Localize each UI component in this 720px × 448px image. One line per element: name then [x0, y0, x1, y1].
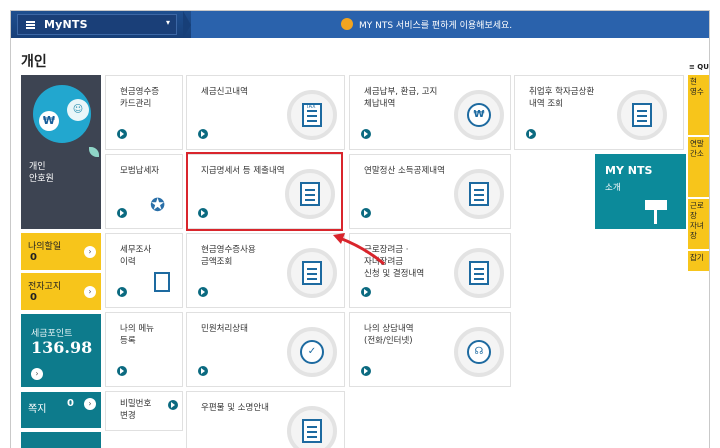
- audit-history-tile[interactable]: 세무조사 이력: [105, 233, 183, 308]
- cash-receipt-card-tile[interactable]: 현금영수증 카드관리: [105, 75, 183, 150]
- my-menu-tile[interactable]: 나의 메뉴 등록: [105, 312, 183, 387]
- todo-tile[interactable]: 나의할일 0 ›: [21, 233, 101, 270]
- check-icon: ✓: [287, 327, 337, 377]
- page-title: 개인: [21, 54, 47, 70]
- go-arrow-icon: [198, 366, 208, 376]
- mail-notice-tile[interactable]: 우편물 및 소명안내: [186, 391, 345, 448]
- my-nts-intro-tile[interactable]: MY NTS 소개: [595, 154, 687, 229]
- arrow-right-icon: ›: [84, 286, 96, 298]
- quick-item-incentive[interactable]: 근로장 자녀장: [688, 199, 709, 249]
- signpost-icon: [645, 200, 667, 224]
- arrow-right-icon: ›: [31, 368, 43, 380]
- todo-label: 나의할일: [28, 242, 62, 252]
- go-arrow-icon: [198, 129, 208, 139]
- year-end-tile[interactable]: 연말정산 소득공제내역: [349, 154, 511, 229]
- profile-user-name: 안호원: [29, 174, 54, 184]
- partial-tile[interactable]: [21, 432, 101, 448]
- enotice-tile[interactable]: 전자고지 0 ›: [21, 273, 101, 310]
- highlight-box: [186, 152, 343, 231]
- mynts-menu-button[interactable]: MyNTS ▾: [17, 14, 177, 35]
- civil-status-tile[interactable]: 민원처리상태 ✓: [186, 312, 345, 387]
- memo-tile[interactable]: 쪽지 0 ›: [21, 392, 101, 428]
- tile-title: 근로장려금 · 자녀장려금 신청 및 결정내역: [364, 245, 425, 279]
- nts-sub: 소개: [605, 183, 621, 193]
- go-arrow-icon: [361, 129, 371, 139]
- go-arrow-icon: [361, 208, 371, 218]
- won-icon: ₩: [454, 90, 504, 140]
- headset-icon: ☊: [454, 327, 504, 377]
- profile-card[interactable]: ₩ ☺ 개인 안호원: [21, 75, 101, 229]
- todo-count: 0: [30, 252, 37, 263]
- tile-title: 세무조사 이력: [120, 245, 152, 267]
- go-arrow-icon: [117, 366, 127, 376]
- quick-item-misc[interactable]: 잡기: [688, 251, 709, 271]
- notebook-icon: [154, 272, 170, 292]
- medal-icon: ✪: [150, 195, 166, 216]
- tile-title: 연말정산 소득공제내역: [364, 166, 445, 176]
- quick-item-year-end[interactable]: 연말 간소: [688, 137, 709, 197]
- go-arrow-icon: [361, 366, 371, 376]
- profile-label: 개인 안호원: [29, 161, 54, 185]
- tile-title: 모범납세자: [120, 166, 160, 176]
- notice-text: MY NTS 서비스를 편하게 이용해보세요.: [359, 21, 513, 31]
- go-arrow-icon: [168, 400, 178, 410]
- receipt-icon: [287, 248, 337, 298]
- student-loan-tile[interactable]: 취업후 학자금상환 내역 조회: [514, 75, 684, 150]
- password-change-tile[interactable]: 비밀번호 변경: [105, 391, 183, 431]
- brand-label: MyNTS: [44, 18, 88, 31]
- open-book-icon: [454, 248, 504, 298]
- smile-icon: ☺: [67, 99, 89, 121]
- tax-payment-tile[interactable]: 세금납부, 환급, 고지 체납내역 ₩: [349, 75, 511, 150]
- consult-history-tile[interactable]: 나의 상담내역 (전화/인터넷) ☊: [349, 312, 511, 387]
- cash-receipt-usage-tile[interactable]: 현금영수증사용 금액조회: [186, 233, 345, 308]
- quick-item-cash-receipt[interactable]: 현 영수: [688, 75, 709, 135]
- tile-title: 취업후 학자금상환 내역 조회: [529, 87, 595, 109]
- tax-report-tile[interactable]: 세금신고내역 TAX: [186, 75, 345, 150]
- book-icon: [617, 90, 667, 140]
- flower-icon: [341, 18, 353, 30]
- points-value: 136.98: [31, 338, 93, 357]
- won-coin-icon: ₩: [39, 111, 59, 131]
- tax-badge: TAX: [302, 103, 322, 127]
- enotice-count: 0: [30, 292, 37, 303]
- tile-title: 세금납부, 환급, 고지 체납내역: [364, 87, 438, 109]
- tile-title: 세금신고내역: [201, 87, 248, 97]
- tile-title: 우편물 및 소명안내: [201, 403, 269, 413]
- tile-title: 현금영수증 카드관리: [120, 87, 160, 109]
- quick-menu: ≡ QU 현 영수 연말 간소 근로장 자녀장 잡기: [686, 61, 709, 448]
- incentive-tile[interactable]: 근로장려금 · 자녀장려금 신청 및 결정내역: [349, 233, 511, 308]
- nts-title: MY NTS: [605, 164, 653, 177]
- top-bar: MyNTS ▾ MY NTS 서비스를 편하게 이용해보세요.: [11, 11, 709, 38]
- profile-type: 개인: [29, 162, 46, 172]
- memo-label: 쪽지: [28, 404, 47, 415]
- go-arrow-icon: [198, 287, 208, 297]
- page-frame: MyNTS ▾ MY NTS 서비스를 편하게 이용해보세요. 개인 ₩ ☺ 개…: [10, 10, 710, 448]
- tax-points-tile[interactable]: 세금포인트 136.98 ›: [21, 314, 101, 387]
- go-arrow-icon: [361, 287, 371, 297]
- tile-title: 나의 상담내역 (전화/인터넷): [364, 324, 414, 346]
- go-arrow-icon: [117, 129, 127, 139]
- list-document-icon: [454, 169, 504, 219]
- arrow-right-icon: ›: [84, 246, 96, 258]
- leaf-icon: [89, 147, 99, 157]
- go-arrow-icon: [526, 129, 536, 139]
- hamburger-icon: [26, 21, 35, 29]
- tile-title: 민원처리상태: [201, 324, 248, 334]
- tile-title: 비밀번호 변경: [120, 399, 152, 421]
- enotice-label: 전자고지: [28, 282, 62, 292]
- chevron-down-icon: ▾: [165, 18, 170, 27]
- memo-count: 0: [67, 398, 74, 409]
- tax-house-icon: TAX: [287, 90, 337, 140]
- go-arrow-icon: [117, 287, 127, 297]
- go-arrow-icon: [117, 208, 127, 218]
- tile-title: 나의 메뉴 등록: [120, 324, 154, 346]
- model-taxpayer-tile[interactable]: 모범납세자 ✪: [105, 154, 183, 229]
- envelope-icon: [287, 406, 337, 448]
- quick-menu-header: ≡ QU: [689, 63, 709, 71]
- tile-title: 현금영수증사용 금액조회: [201, 245, 256, 267]
- arrow-right-icon: ›: [84, 398, 96, 410]
